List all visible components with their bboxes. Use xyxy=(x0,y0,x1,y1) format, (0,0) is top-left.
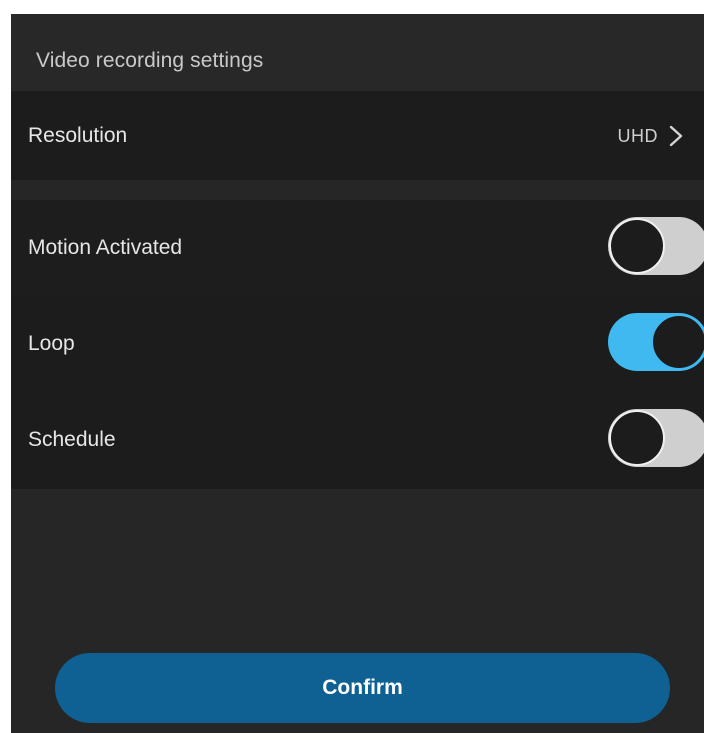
loop-label: Loop xyxy=(28,332,75,355)
motion-activated-label: Motion Activated xyxy=(28,236,183,259)
motion-activated-toggle[interactable] xyxy=(608,217,704,275)
resolution-value: UHD xyxy=(617,126,658,146)
toggle-knob xyxy=(651,314,704,370)
toggle-knob xyxy=(609,218,665,274)
schedule-row: Schedule xyxy=(11,392,704,488)
schedule-label: Schedule xyxy=(28,428,116,451)
section-divider xyxy=(11,180,704,200)
schedule-toggle[interactable] xyxy=(608,409,704,467)
toggle-knob xyxy=(609,410,665,466)
chevron-right-icon xyxy=(669,125,683,147)
resolution-label: Resolution xyxy=(28,124,128,147)
loop-row: Loop xyxy=(11,296,704,392)
loop-toggle[interactable] xyxy=(608,313,704,371)
toggle-settings-list: Motion Activated Loop Schedule xyxy=(11,200,704,489)
video-settings-screen: Video recording settings Resolution UHD … xyxy=(11,14,704,733)
resolution-row[interactable]: Resolution UHD xyxy=(11,91,704,180)
page-title: Video recording settings xyxy=(36,49,264,72)
header: Video recording settings xyxy=(11,14,704,91)
confirm-label: Confirm xyxy=(322,676,403,699)
motion-activated-row: Motion Activated xyxy=(11,200,704,296)
confirm-button[interactable]: Confirm xyxy=(55,653,670,723)
